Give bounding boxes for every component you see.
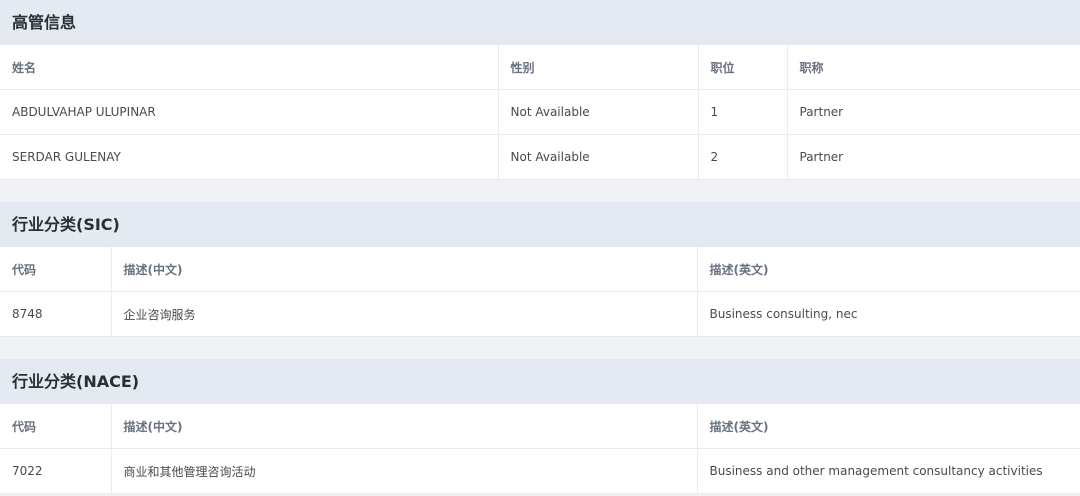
cell-desc-cn: 商业和其他管理咨询活动: [111, 448, 698, 493]
nace-table: 代码 描述(中文) 描述(英文) 7022 商业和其他管理咨询活动 Busine…: [0, 404, 1080, 493]
table-header-row: 代码 描述(中文) 描述(英文): [0, 247, 1080, 292]
cell-desc-en: Business and other management consultanc…: [709, 464, 1043, 478]
table-header-row: 姓名 性别 职位 职称: [0, 45, 1080, 90]
cell-gender: Not Available: [498, 89, 699, 135]
table-header-row: 代码 描述(中文) 描述(英文): [0, 404, 1080, 449]
cell-name: SERDAR GULENAY: [0, 134, 499, 179]
column-header-gender: 性别: [498, 45, 699, 90]
sic-table: 代码 描述(中文) 描述(英文) 8748 企业咨询服务 Business co…: [0, 247, 1080, 336]
cell-gender: Not Available: [498, 134, 699, 179]
column-header-job-title: 职称: [787, 45, 1080, 90]
column-header-desc-en: 描述(英文): [697, 247, 1080, 292]
table-row: 7022 商业和其他管理咨询活动 Business and other mana…: [0, 448, 1080, 493]
sic-section: 行业分类(SIC) 代码 描述(中文) 描述(英文) 8748 企业咨询服务 B…: [0, 202, 1080, 337]
nace-section: 行业分类(NACE) 代码 描述(中文) 描述(英文) 7022 商业和其他管理…: [0, 359, 1080, 494]
column-header-code: 代码: [0, 404, 112, 449]
table-row: SERDAR GULENAY Not Available 2 Partner: [0, 134, 1080, 179]
cell-name: ABDULVAHAP ULUPINAR: [0, 89, 499, 135]
executives-title: 高管信息: [0, 0, 1080, 45]
column-header-desc-cn: 描述(中文): [111, 404, 698, 449]
executives-table: 姓名 性别 职位 职称 ABDULVAHAP ULUPINAR Not Avai…: [0, 45, 1080, 179]
column-header-code: 代码: [0, 247, 112, 292]
column-header-desc-cn: 描述(中文): [111, 247, 698, 292]
cell-job-title: Partner: [799, 150, 844, 164]
column-header-desc-en: 描述(英文): [697, 404, 1080, 449]
cell-code: 7022: [0, 448, 112, 493]
cell-position: 2: [698, 134, 788, 179]
cell-desc-cn: 企业咨询服务: [111, 291, 698, 336]
table-row: 8748 企业咨询服务 Business consulting, nec: [0, 291, 1080, 336]
sic-title: 行业分类(SIC): [0, 202, 1080, 247]
cell-desc-en: Business consulting, nec: [709, 307, 858, 321]
nace-title: 行业分类(NACE): [0, 359, 1080, 404]
cell-position: 1: [698, 89, 788, 135]
column-header-name: 姓名: [0, 45, 499, 90]
table-row: ABDULVAHAP ULUPINAR Not Available 1 Part…: [0, 89, 1080, 135]
column-header-position: 职位: [698, 45, 788, 90]
cell-job-title: Partner: [787, 89, 1080, 135]
executives-section: 高管信息 姓名 性别 职位 职称 ABDULVAHAP ULUPINAR Not…: [0, 0, 1080, 180]
cell-code: 8748: [0, 291, 112, 336]
